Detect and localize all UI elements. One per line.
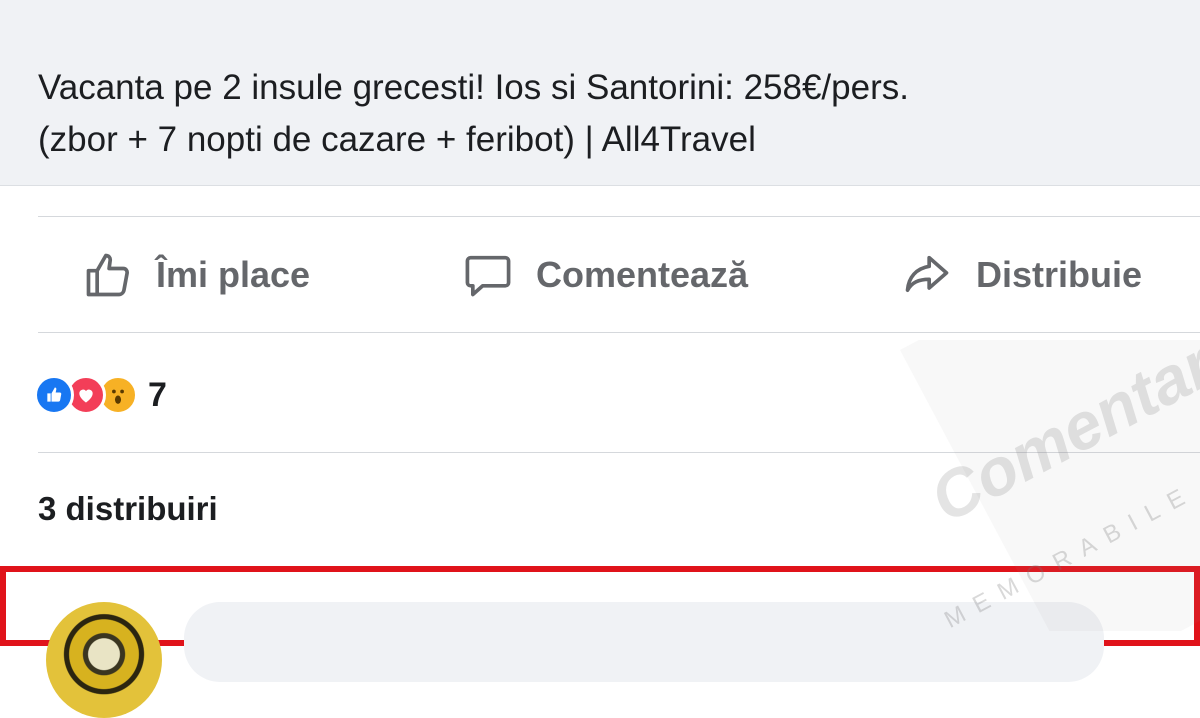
action-bar: Îmi place Comentează Distribuie	[0, 218, 1200, 332]
like-button[interactable]: Îmi place	[82, 218, 310, 332]
divider	[38, 332, 1200, 333]
reaction-count: 7	[148, 375, 167, 414]
top-strip	[0, 0, 1200, 40]
link-title[interactable]: Vacanta pe 2 insule grecesti! Ios si San…	[38, 62, 1200, 166]
link-title-line-1: Vacanta pe 2 insule grecesti! Ios si San…	[38, 68, 909, 107]
divider	[38, 216, 1200, 217]
comment-bubble-icon	[465, 255, 511, 297]
like-reaction-icon	[34, 375, 74, 415]
like-label: Îmi place	[156, 254, 311, 295]
shares-count[interactable]: 3 distribuiri	[38, 490, 218, 528]
comment-label: Comentează	[536, 254, 749, 295]
share-label: Distribuie	[976, 254, 1143, 295]
thumbs-up-icon	[86, 253, 129, 297]
share-button[interactable]: Distribuie	[900, 218, 1142, 332]
link-preview[interactable]: Vacanta pe 2 insule grecesti! Ios si San…	[0, 40, 1200, 186]
share-arrow-icon	[905, 255, 949, 293]
link-title-line-2: (zbor + 7 nopti de cazare + feribot) | A…	[38, 120, 756, 159]
comment-button[interactable]: Comentează	[462, 218, 748, 332]
reactions-summary[interactable]: 7	[34, 372, 167, 418]
avatar[interactable]	[46, 602, 162, 718]
